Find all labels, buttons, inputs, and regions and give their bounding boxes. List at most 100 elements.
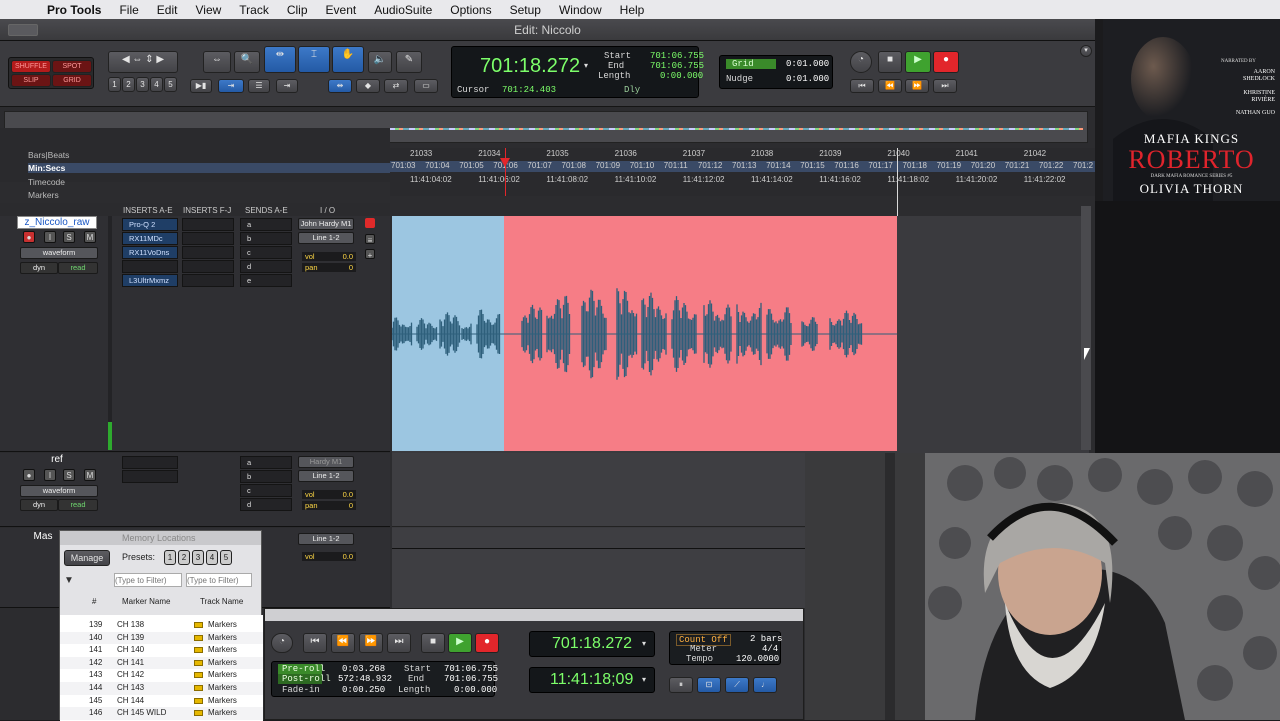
screen-icon[interactable]: ▭	[414, 79, 438, 93]
go-to-end-button[interactable]: ⏭	[933, 79, 957, 93]
play-button[interactable]: ▶	[905, 51, 931, 73]
transport-sub-counter[interactable]: 11:41:18;09	[550, 671, 633, 689]
ref-track-lane[interactable]	[392, 453, 805, 527]
input-selector[interactable]: Hardy M1	[298, 456, 354, 468]
menu-edit[interactable]: Edit	[148, 3, 187, 17]
transport-stop[interactable]: ■	[421, 633, 445, 653]
count-off-bars[interactable]: 2 bars	[750, 634, 782, 644]
memory-preset-1[interactable]: 1	[164, 550, 176, 565]
send-slot-d[interactable]: d	[240, 260, 292, 273]
main-counter[interactable]: 701:18.272	[480, 55, 580, 78]
rewind-to-start-button[interactable]: ⏮	[850, 79, 874, 93]
zoom-preset-2[interactable]: 2	[122, 77, 135, 92]
transport-online-icon[interactable]: ◔	[271, 633, 293, 653]
insert-slot-f[interactable]	[182, 218, 234, 231]
transport-main-counter[interactable]: 701:18.272	[552, 635, 632, 653]
filter-icon[interactable]: ▼	[64, 575, 74, 586]
send-slot-a[interactable]: a	[240, 456, 292, 469]
transport-go-to-end[interactable]: ⏭	[387, 633, 411, 653]
insert-slot-j[interactable]	[182, 274, 234, 287]
add-send-icon[interactable]: +	[365, 249, 375, 260]
marker-row[interactable]: 144 CH 143 Markers	[60, 682, 263, 695]
input-monitor-button[interactable]: I	[44, 469, 56, 481]
solo-button[interactable]: S	[63, 231, 75, 243]
master-track-lane[interactable]	[392, 528, 805, 608]
tempo-value[interactable]: 120.0000	[736, 654, 779, 664]
preroll-label[interactable]: Pre-roll	[278, 664, 325, 674]
link-timeline-icon[interactable]: ▶▮	[190, 79, 212, 93]
automation-mode-selector[interactable]: read	[58, 262, 98, 274]
marker-filter-input[interactable]	[114, 573, 182, 587]
sel-start-value[interactable]: 701:06.755	[650, 51, 704, 61]
record-button[interactable]: ●	[933, 51, 959, 73]
ruler-label-minsecs[interactable]: Min:Secs	[28, 163, 390, 173]
track-list-icon[interactable]: ≡	[365, 234, 375, 245]
memory-preset-4[interactable]: 4	[206, 550, 218, 565]
start-value[interactable]: 701:06.755	[444, 664, 498, 674]
tab-to-transient-icon[interactable]: ⇥	[218, 79, 244, 93]
marker-row[interactable]: 142 CH 141 Markers	[60, 656, 263, 670]
send-slot-e[interactable]: e	[240, 274, 292, 287]
length-value[interactable]: 0:00.000	[454, 685, 497, 695]
menu-view[interactable]: View	[186, 3, 230, 17]
fadein-label[interactable]: Fade-in	[282, 685, 320, 695]
main-counter-dropdown-icon[interactable]: ▾	[642, 639, 646, 649]
meter-value[interactable]: 4/4	[762, 644, 778, 654]
zoom-controls[interactable]: ◀ ⇔ ⇕ ▶	[108, 51, 178, 73]
selector-tool-icon[interactable]: ⌶	[298, 46, 330, 73]
menu-options[interactable]: Options	[441, 3, 500, 17]
sub-counter-dropdown-icon[interactable]: ▾	[642, 675, 646, 685]
record-enable-button[interactable]: ●	[23, 469, 35, 481]
send-slot-a[interactable]: a	[240, 218, 292, 231]
vertical-scrollbar[interactable]	[1081, 206, 1091, 450]
timecode-ruler[interactable]: 11:41:04:02 11:41:06:02 11:41:08:02 11:41:1…	[390, 175, 1095, 186]
nudge-label[interactable]: Nudge	[726, 74, 753, 84]
insert-slot-g[interactable]	[182, 232, 234, 245]
track-name[interactable]: Mas	[30, 531, 56, 544]
track-name[interactable]: z_Niccolo_raw	[17, 216, 97, 229]
loop-icon[interactable]: ⇄	[384, 79, 408, 93]
marker-row[interactable]: 139 CH 138 Markers	[60, 619, 263, 632]
fadein-value[interactable]: 0:00.250	[342, 685, 385, 695]
track-view-selector[interactable]: waveform	[20, 485, 98, 497]
end-value[interactable]: 701:06.755	[444, 674, 498, 684]
insert-slot-c[interactable]: RX11VoDns	[122, 246, 178, 259]
sel-end-value[interactable]: 701:06.755	[650, 61, 704, 71]
mirror-midi-icon[interactable]: ⇥	[276, 79, 298, 93]
volume-value[interactable]: 0.0	[343, 252, 356, 261]
scrubber-tool-icon[interactable]: 🔈	[368, 51, 392, 73]
menu-help[interactable]: Help	[611, 3, 654, 17]
track-name[interactable]: ref	[17, 454, 97, 467]
online-icon[interactable]: ◔	[850, 51, 872, 73]
send-slot-d[interactable]: d	[240, 498, 292, 511]
insert-slot-b[interactable]: RX11MDc	[122, 232, 178, 245]
insert-slot-d[interactable]	[122, 260, 178, 273]
bars-ruler[interactable]: 21033 21034 21035 21036 21037 21038 21039 21040…	[390, 149, 1095, 160]
mute-button[interactable]: M	[84, 231, 96, 243]
rewind-button[interactable]: ⏪	[878, 79, 902, 93]
shuffle-mode-button[interactable]: SHUFFLE	[11, 60, 51, 73]
automation-mode-selector[interactable]: read	[58, 499, 98, 511]
output-selector[interactable]: Line 1-2	[298, 470, 354, 482]
grid-value[interactable]: 0:01.000	[786, 59, 829, 69]
ruler-label-timecode[interactable]: Timecode	[28, 177, 65, 187]
zoom-preset-5[interactable]: 5	[164, 77, 177, 92]
nudge-value[interactable]: 0:01.000	[786, 74, 829, 84]
transport-record[interactable]: ●	[475, 633, 499, 653]
preroll-value[interactable]: 0:03.268	[342, 664, 385, 674]
solo-button[interactable]: S	[63, 469, 75, 481]
track-filter-input[interactable]	[186, 573, 252, 587]
menu-clip[interactable]: Clip	[278, 3, 317, 17]
minsecs-ruler[interactable]: 701:03701:04701:05701:06701:07701:08701:…	[390, 161, 1095, 172]
pencil-tool-icon[interactable]: ✎	[396, 51, 422, 73]
marker-icon[interactable]: ◆	[356, 79, 380, 93]
ruler-label-bars[interactable]: Bars|Beats	[28, 150, 69, 160]
transport-rewind[interactable]: ⏪	[331, 633, 355, 653]
transport-fast-forward[interactable]: ⏩	[359, 633, 383, 653]
marker-row[interactable]: 143 CH 142 Markers	[60, 669, 263, 682]
insert-slot-b[interactable]	[122, 470, 178, 483]
insert-slot-i[interactable]	[182, 260, 234, 273]
main-counter-dropdown-icon[interactable]: ▾	[584, 61, 588, 71]
output-selector[interactable]: Line 1-2	[298, 533, 354, 545]
metronome-icon[interactable]: ⟋	[725, 677, 749, 693]
